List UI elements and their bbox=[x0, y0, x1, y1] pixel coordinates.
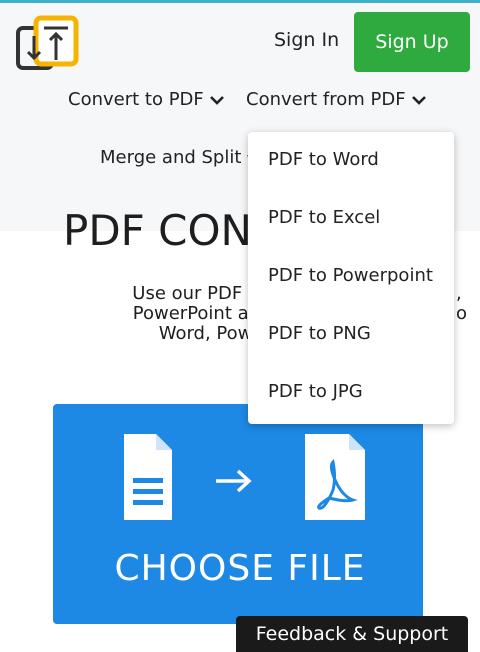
menu-item-pdf-to-word[interactable]: PDF to Word bbox=[268, 149, 379, 170]
pdf-file-icon bbox=[305, 434, 365, 520]
sign-in-link[interactable]: Sign In bbox=[274, 29, 339, 51]
feedback-support-button[interactable]: Feedback & Support bbox=[236, 616, 468, 652]
nav-merge-and-split[interactable]: Merge and Split bbox=[100, 147, 262, 168]
menu-item-pdf-to-jpg[interactable]: PDF to JPG bbox=[268, 381, 363, 402]
sign-up-button[interactable]: Sign Up bbox=[354, 12, 470, 72]
nav-label: Merge and Split bbox=[100, 147, 242, 168]
menu-item-pdf-to-powerpoint[interactable]: PDF to Powerpoint bbox=[268, 265, 433, 286]
document-icon bbox=[124, 434, 172, 520]
subtitle-overflow: , o bbox=[456, 284, 467, 324]
choose-file-button[interactable]: CHOOSE FILE bbox=[0, 548, 480, 589]
logo-icon[interactable] bbox=[14, 14, 80, 72]
arrow-right-icon bbox=[216, 469, 252, 493]
convert-from-pdf-dropdown: PDF to Word PDF to Excel PDF to Powerpoi… bbox=[248, 132, 454, 424]
subtitle-fragment: o bbox=[456, 303, 468, 324]
choose-file-dropzone[interactable] bbox=[53, 404, 423, 624]
chevron-down-icon bbox=[411, 95, 426, 105]
menu-item-pdf-to-excel[interactable]: PDF to Excel bbox=[268, 207, 380, 228]
page-title: PDF CON bbox=[63, 206, 252, 255]
nav-convert-from-pdf[interactable]: Convert from PDF bbox=[246, 89, 426, 110]
menu-item-pdf-to-png[interactable]: PDF to PNG bbox=[268, 323, 371, 344]
nav-label: Convert from PDF bbox=[246, 89, 406, 110]
subtitle-fragment: , bbox=[456, 283, 462, 304]
nav-convert-to-pdf[interactable]: Convert to PDF bbox=[68, 89, 224, 110]
nav-label: Convert to PDF bbox=[68, 89, 204, 110]
chevron-down-icon bbox=[209, 95, 224, 105]
